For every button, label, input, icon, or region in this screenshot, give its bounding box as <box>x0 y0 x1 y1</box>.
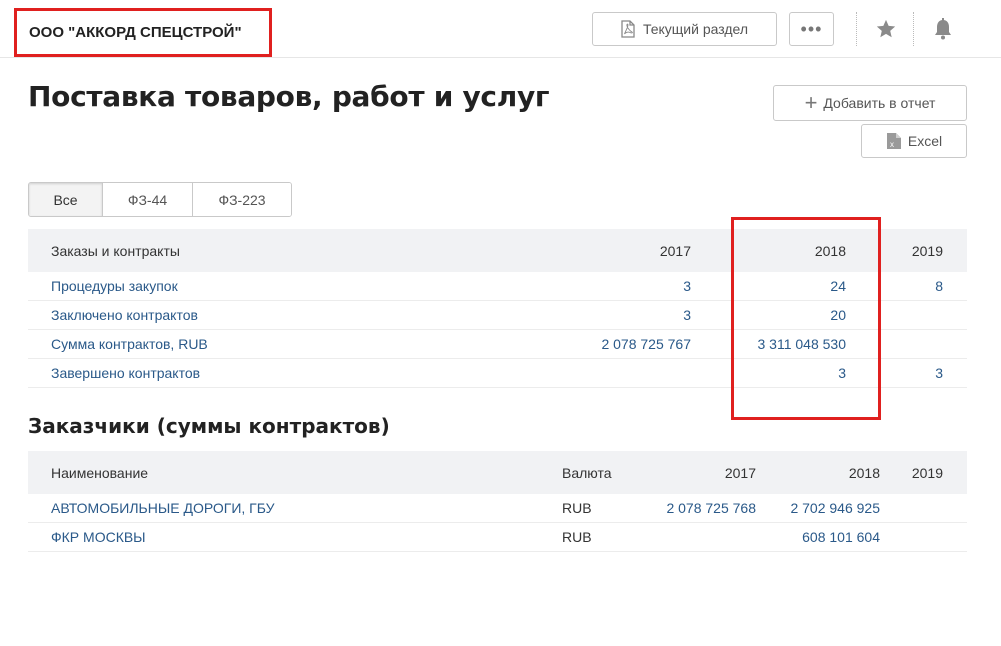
header-2018: 2018 <box>848 464 880 481</box>
tab-fz44[interactable]: ФЗ-44 <box>102 183 192 216</box>
star-icon[interactable] <box>873 16 899 42</box>
more-icon: ••• <box>800 18 823 39</box>
cell-2019[interactable]: 3 <box>935 359 943 387</box>
cell-2018[interactable]: 2 702 946 925 <box>790 494 880 522</box>
customers-table: Наименование Валюта 2017 2018 2019 АВТОМ… <box>28 451 967 552</box>
add-to-report-label: Добавить в отчет <box>823 95 936 111</box>
customer-link[interactable]: АВТОМОБИЛЬНЫЕ ДОРОГИ, ГБУ <box>51 494 275 522</box>
cell-2017[interactable]: 2 078 725 768 <box>666 494 756 522</box>
page-title: Поставка товаров, работ и услуг <box>28 80 550 113</box>
company-name[interactable]: ООО "АККОРД СПЕЦСТРОЙ" <box>14 8 272 57</box>
current-section-button[interactable]: Текущий раздел <box>592 12 777 46</box>
excel-label: Excel <box>907 133 943 149</box>
top-bar: ООО "АККОРД СПЕЦСТРОЙ" Текущий раздел ••… <box>0 0 1001 58</box>
currency-cell: RUB <box>562 500 592 516</box>
currency-cell: RUB <box>562 529 592 545</box>
svg-text:x: x <box>890 140 894 149</box>
customer-link[interactable]: ФКР МОСКВЫ <box>51 523 146 551</box>
row-label-link[interactable]: Заключено контрактов <box>51 301 198 329</box>
cell-2018[interactable]: 24 <box>830 272 846 300</box>
orders-contracts-table: Заказы и контракты 2017 2018 2019 Процед… <box>28 229 967 388</box>
row-label-link[interactable]: Процедуры закупок <box>51 272 178 300</box>
cell-2017[interactable]: 3 <box>683 301 691 329</box>
bell-icon[interactable] <box>930 16 956 42</box>
cell-2017[interactable]: 2 078 725 767 <box>601 330 691 358</box>
current-section-label: Текущий раздел <box>642 21 749 37</box>
add-to-report-button[interactable]: + Добавить в отчет <box>773 85 967 121</box>
cell-2018[interactable]: 20 <box>830 301 846 329</box>
header-2018: 2018 <box>814 242 846 259</box>
tab-fz223[interactable]: ФЗ-223 <box>192 183 291 216</box>
header-name: Заказы и контракты <box>51 242 180 259</box>
header-2017: 2017 <box>724 464 756 481</box>
excel-button[interactable]: x Excel <box>861 124 967 158</box>
table-row: АВТОМОБИЛЬНЫЕ ДОРОГИ, ГБУ RUB 2 078 725 … <box>28 494 967 523</box>
cell-2017[interactable]: 3 <box>683 272 691 300</box>
table-row: Процедуры закупок 3 24 8 <box>28 272 967 301</box>
law-filter-tabs: Все ФЗ-44 ФЗ-223 <box>28 182 292 217</box>
table-row: Сумма контрактов, RUB 2 078 725 767 3 31… <box>28 330 967 359</box>
header-2017: 2017 <box>659 242 691 259</box>
table-row: Завершено контрактов 3 3 <box>28 359 967 388</box>
cell-2018[interactable]: 608 101 604 <box>802 523 880 551</box>
divider <box>856 12 857 46</box>
excel-icon: x <box>886 133 901 149</box>
pdf-icon <box>621 20 635 38</box>
cell-2019[interactable]: 8 <box>935 272 943 300</box>
divider <box>913 12 914 46</box>
tab-all[interactable]: Все <box>29 183 102 216</box>
row-label-link[interactable]: Сумма контрактов, RUB <box>51 330 208 358</box>
table-row: Заключено контрактов 3 20 <box>28 301 967 330</box>
more-button[interactable]: ••• <box>789 12 834 46</box>
header-name: Наименование <box>51 464 149 481</box>
cell-2018[interactable]: 3 <box>838 359 846 387</box>
header-2019: 2019 <box>911 464 943 481</box>
table-header: Наименование Валюта 2017 2018 2019 <box>28 451 967 494</box>
table-row: ФКР МОСКВЫ RUB 608 101 604 <box>28 523 967 552</box>
header-currency: Валюта <box>562 464 612 481</box>
row-label-link[interactable]: Завершено контрактов <box>51 359 200 387</box>
header-2019: 2019 <box>911 242 943 259</box>
plus-icon: + <box>804 90 818 115</box>
cell-2018[interactable]: 3 311 048 530 <box>758 330 847 358</box>
customers-section-title: Заказчики (суммы контрактов) <box>28 414 390 438</box>
table-header: Заказы и контракты 2017 2018 2019 <box>28 229 967 272</box>
